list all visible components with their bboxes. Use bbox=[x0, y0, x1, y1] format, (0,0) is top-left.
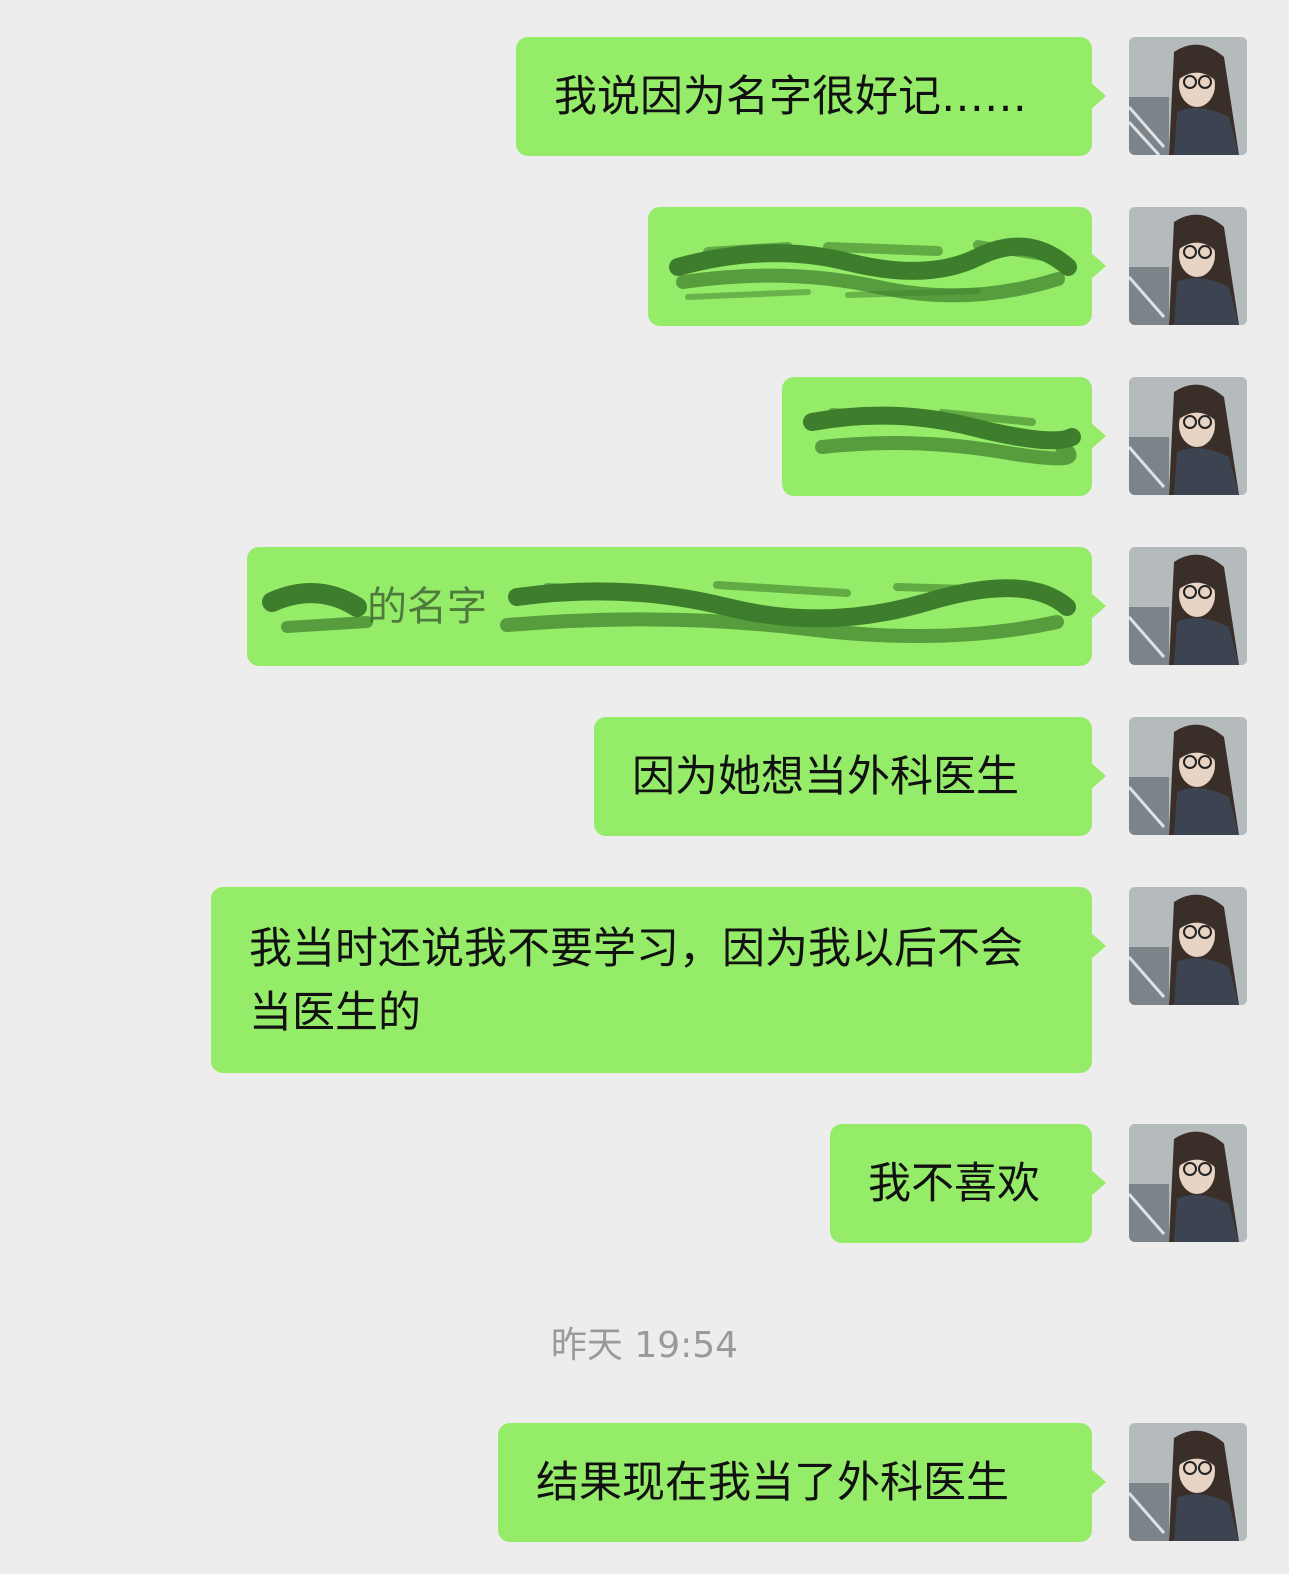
avatar[interactable] bbox=[1129, 1423, 1247, 1541]
avatar[interactable] bbox=[1129, 377, 1247, 495]
message-bubble-8[interactable]: 结果现在我当了外科医生 bbox=[498, 1423, 1106, 1542]
message-bubble-2-redacted[interactable] bbox=[648, 207, 1106, 326]
message-bubble-4-redacted[interactable]: 的名字 bbox=[247, 547, 1106, 666]
avatar[interactable] bbox=[1129, 37, 1247, 155]
message-timestamp: 昨天 19:54 bbox=[550, 1325, 739, 1366]
redaction-scribble bbox=[262, 579, 1076, 644]
message-bubble-7[interactable]: 我不喜欢 bbox=[830, 1124, 1106, 1243]
avatar[interactable] bbox=[1129, 207, 1247, 325]
message-text: 我不喜欢 bbox=[868, 1159, 1040, 1209]
message-text: 我当时还说我不要学习，因为我以后不会当医生的 bbox=[249, 924, 1023, 1038]
message-bubble-6[interactable]: 我当时还说我不要学习，因为我以后不会当医生的 bbox=[211, 887, 1106, 1073]
message-text: 结果现在我当了外科医生 bbox=[536, 1458, 1009, 1508]
avatar-icon bbox=[1129, 887, 1247, 1005]
avatar[interactable] bbox=[1129, 717, 1247, 835]
avatar-icon bbox=[1129, 377, 1247, 495]
avatar-icon bbox=[1129, 717, 1247, 835]
message-bubble-3-redacted[interactable] bbox=[782, 377, 1106, 496]
avatar-icon bbox=[1129, 1423, 1247, 1541]
avatar[interactable] bbox=[1129, 887, 1247, 1005]
avatar[interactable] bbox=[1129, 1124, 1247, 1242]
message-bubble-5[interactable]: 因为她想当外科医生 bbox=[594, 717, 1106, 836]
redaction-scribble bbox=[669, 237, 1077, 303]
message-text: 我说因为名字很好记…… bbox=[554, 72, 1027, 122]
avatar-icon bbox=[1129, 1124, 1247, 1242]
avatar-icon bbox=[1129, 207, 1247, 325]
avatar[interactable] bbox=[1129, 547, 1247, 665]
message-bubble-1[interactable]: 我说因为名字很好记…… bbox=[516, 37, 1106, 156]
avatar-icon bbox=[1129, 37, 1247, 155]
message-text: 因为她想当外科医生 bbox=[632, 752, 1019, 802]
redaction-scribble bbox=[803, 406, 1081, 466]
avatar-icon bbox=[1129, 547, 1247, 665]
